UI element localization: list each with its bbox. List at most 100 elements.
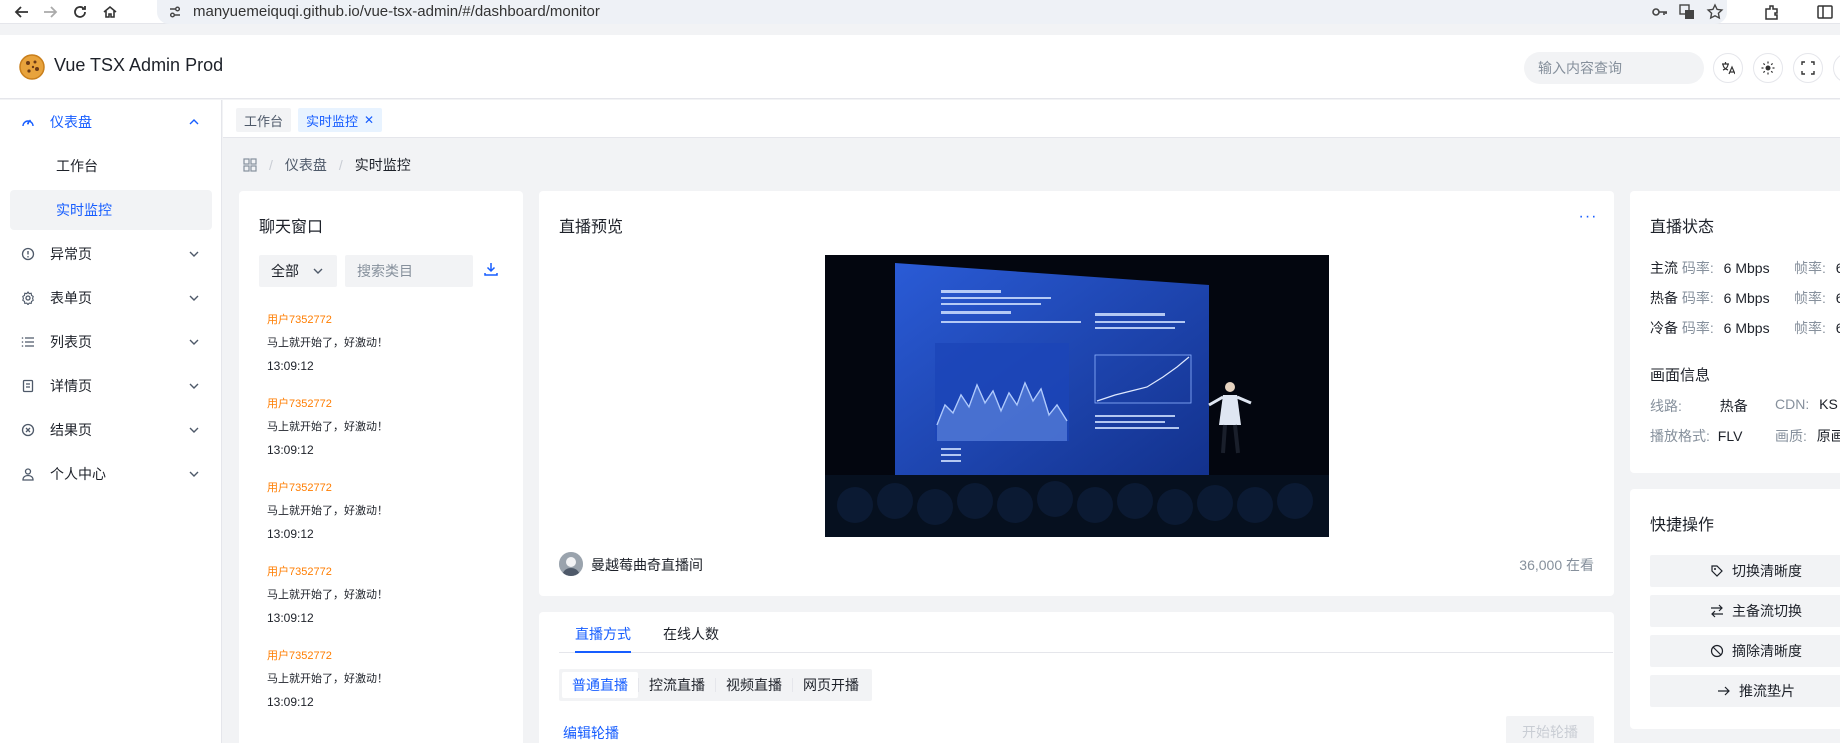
chevron-down-icon xyxy=(186,378,202,394)
start-carousel-button[interactable]: 开始轮播 xyxy=(1506,716,1594,743)
mode-flow-control[interactable]: 控流直播 xyxy=(639,672,715,698)
list-icon xyxy=(20,334,36,350)
stream-name-label: 热备 xyxy=(1650,290,1678,306)
site-settings-icon[interactable] xyxy=(165,2,185,22)
remove-quality-button[interactable]: 摘除清晰度 xyxy=(1650,635,1840,667)
file-icon xyxy=(20,378,36,394)
fps-value: 6 xyxy=(1835,260,1840,276)
status-title: 直播状态 xyxy=(1650,219,1715,236)
mode-web[interactable]: 网页开播 xyxy=(793,672,869,698)
rate-label: 码率: xyxy=(1681,290,1714,306)
bookmark-star-icon[interactable] xyxy=(1705,2,1725,22)
chat-filter-select[interactable]: 全部 xyxy=(259,255,337,287)
address-bar[interactable]: manyuemeiquqi.github.io/vue-tsx-admin/#/… xyxy=(157,0,1727,24)
rate-value: 6 Mbps xyxy=(1723,320,1770,336)
chat-time: 13:09:12 xyxy=(267,443,314,457)
key-icon[interactable] xyxy=(1650,2,1670,22)
app-header: Vue TSX Admin Prod xyxy=(0,35,1840,99)
mode-normal[interactable]: 普通直播 xyxy=(562,672,638,698)
edit-carousel-link[interactable]: 编辑轮播 xyxy=(563,723,619,743)
push-pad-button[interactable]: 推流垫片 xyxy=(1650,675,1840,707)
sidebar-item-label: 异常页 xyxy=(50,246,92,262)
reload-icon[interactable] xyxy=(70,2,90,22)
chat-username: 用户7352772 xyxy=(267,398,332,410)
button-label: 切换清晰度 xyxy=(1732,563,1802,579)
breadcrumb-item[interactable]: 仪表盘 xyxy=(285,155,327,175)
switch-quality-button[interactable]: 切换清晰度 xyxy=(1650,555,1840,587)
cdn-info: CDN: KS xyxy=(1775,396,1838,412)
status-row-cold: 冷备 码率: 6 Mbps xyxy=(1650,318,1770,338)
chat-time: 13:09:12 xyxy=(267,695,314,709)
tab-monitor[interactable]: 实时监控 ✕ xyxy=(298,108,383,132)
format-label: 播放格式: xyxy=(1650,428,1710,444)
arrow-right-icon xyxy=(1717,684,1731,698)
sidebar-item-exception[interactable]: 异常页 xyxy=(10,234,212,274)
more-icon[interactable]: ··· xyxy=(1578,209,1598,231)
mode-video[interactable]: 视频直播 xyxy=(716,672,792,698)
sidepanel-icon[interactable] xyxy=(1815,2,1835,22)
breadcrumb-current: 实时监控 xyxy=(354,157,411,173)
preview-title: 直播预览 xyxy=(559,219,624,236)
chat-text: 马上就开始了，好激动！ xyxy=(267,589,388,601)
close-icon[interactable]: ✕ xyxy=(364,113,374,127)
browser-toolbar: manyuemeiquqi.github.io/vue-tsx-admin/#/… xyxy=(0,0,1840,24)
download-icon[interactable] xyxy=(483,261,503,281)
settings-icon xyxy=(20,290,36,306)
chevron-down-icon xyxy=(186,466,202,482)
theme-sun-icon[interactable] xyxy=(1753,53,1783,83)
apps-icon[interactable] xyxy=(243,158,257,172)
chat-message: 用户7352772 马上就开始了，好激动！ 13:09:12 xyxy=(267,309,497,377)
sidebar-item-list[interactable]: 列表页 xyxy=(10,322,212,362)
quality-info: 画质: 原画 xyxy=(1775,426,1840,446)
avatar xyxy=(559,552,583,576)
global-search-input[interactable] xyxy=(1524,52,1704,84)
breadcrumb-separator: / xyxy=(338,157,343,173)
user-menu-button[interactable] xyxy=(1833,53,1840,83)
sidebar-subitem-workbench[interactable]: 工作台 xyxy=(10,146,212,186)
sidebar-item-label: 仪表盘 xyxy=(50,114,92,130)
switch-stream-button[interactable]: 主备流切换 xyxy=(1650,595,1840,627)
language-icon[interactable] xyxy=(1713,53,1743,83)
sidebar-item-detail[interactable]: 详情页 xyxy=(10,366,212,406)
tab-live-mode[interactable]: 直播方式 xyxy=(575,624,631,653)
sidebar-item-result[interactable]: 结果页 xyxy=(10,410,212,450)
rate-label: 码率: xyxy=(1681,320,1714,336)
sidebar-subitem-monitor[interactable]: 实时监控 xyxy=(10,190,212,230)
chat-search-input[interactable] xyxy=(345,255,473,287)
quick-title: 快捷操作 xyxy=(1650,517,1715,534)
fps-label: 帧率: xyxy=(1794,290,1826,306)
button-label: 主备流切换 xyxy=(1732,603,1802,619)
quality-value: 原画 xyxy=(1816,428,1840,444)
sidebar-item-user-center[interactable]: 个人中心 xyxy=(10,454,212,494)
live-mode-radio-group: 普通直播 控流直播 视频直播 网页开播 xyxy=(559,669,872,701)
cdn-value: KS xyxy=(1819,396,1838,412)
extensions-icon[interactable] xyxy=(1762,2,1782,22)
fullscreen-icon[interactable] xyxy=(1793,53,1823,83)
line-label: 线路: xyxy=(1650,398,1682,414)
sidebar-item-label: 详情页 xyxy=(50,378,92,394)
translate-icon[interactable] xyxy=(1677,2,1697,22)
status-fps-main: 帧率: 6 xyxy=(1794,258,1840,278)
sidebar-item-label: 结果页 xyxy=(50,422,92,438)
fps-value: 6 xyxy=(1835,290,1840,306)
stage-presentation-image xyxy=(825,255,1329,537)
chat-message: 用户7352772 马上就开始了，好激动！ 13:09:12 xyxy=(267,645,497,713)
url-text[interactable]: manyuemeiquqi.github.io/vue-tsx-admin/#/… xyxy=(193,3,600,20)
chevron-up-icon xyxy=(186,114,202,130)
tab-online-count[interactable]: 在线人数 xyxy=(663,624,719,652)
breadcrumb-separator: / xyxy=(269,157,273,173)
status-row-main: 主流 码率: 6 Mbps xyxy=(1650,258,1770,278)
home-icon[interactable] xyxy=(100,2,120,22)
tabs-divider xyxy=(559,652,1613,653)
chat-title: 聊天窗口 xyxy=(259,219,324,236)
forward-icon[interactable] xyxy=(40,2,60,22)
sidebar-item-form[interactable]: 表单页 xyxy=(10,278,212,318)
sidebar-item-dashboard[interactable]: 仪表盘 xyxy=(10,102,212,142)
live-video-player[interactable] xyxy=(825,255,1329,537)
line-value: 热备 xyxy=(1719,398,1748,414)
live-status-card: 直播状态 主流 码率: 6 Mbps 帧率: 6 热备 码率: 6 Mbps 帧… xyxy=(1630,191,1840,473)
back-icon[interactable] xyxy=(12,2,32,22)
chevron-down-icon xyxy=(186,290,202,306)
page-tabs-bar: 工作台 实时监控 ✕ xyxy=(223,100,1840,138)
tab-workbench[interactable]: 工作台 xyxy=(236,108,292,132)
